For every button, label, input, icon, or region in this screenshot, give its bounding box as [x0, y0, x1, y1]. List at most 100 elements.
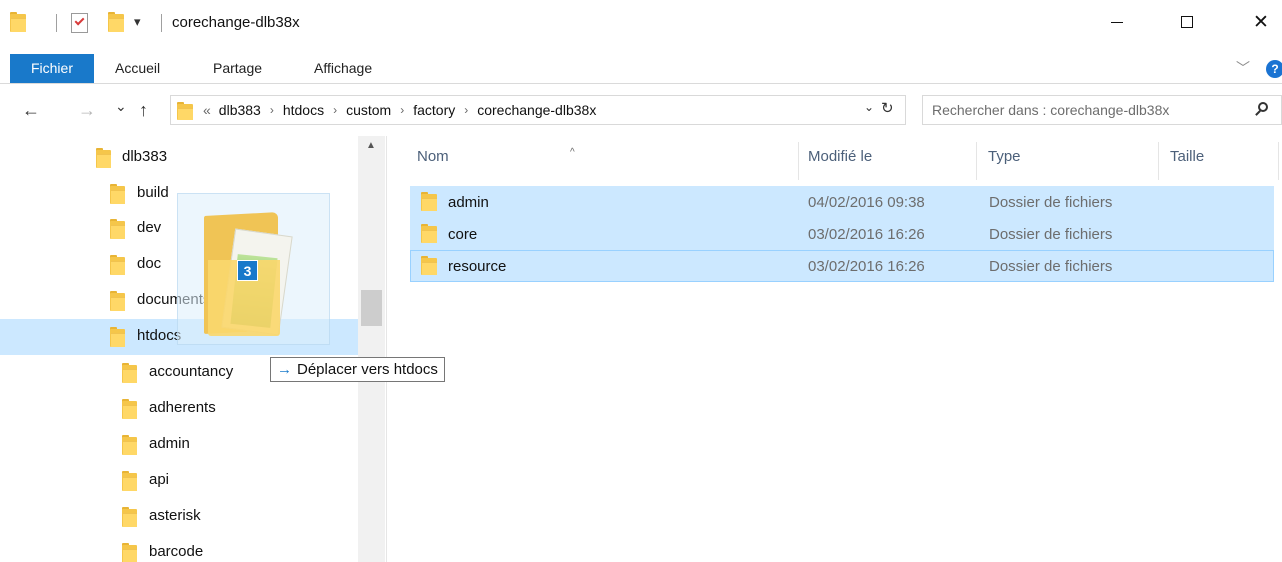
address-dropdown-icon[interactable]: ⌄ — [864, 100, 874, 114]
address-bar[interactable]: « dlb383 › htdocs › custom › factory › c… — [170, 95, 906, 125]
close-button[interactable]: ✕ — [1238, 0, 1282, 44]
breadcrumb-overflow-icon[interactable]: « — [203, 96, 211, 124]
tree-item-dlb383[interactable]: dlb383 — [0, 140, 358, 176]
folder-icon — [122, 507, 137, 527]
file-type: Dossier de fichiers — [989, 226, 1113, 243]
tab-affichage[interactable]: Affichage — [314, 54, 372, 83]
tree-item-label: dlb383 — [122, 148, 168, 165]
tree-item-asterisk[interactable]: asterisk — [0, 499, 358, 535]
folder-icon — [96, 148, 111, 168]
column-header-size[interactable]: Taille — [1170, 146, 1204, 176]
scrollbar-thumb[interactable] — [361, 290, 382, 326]
tab-accueil[interactable]: Accueil — [115, 54, 160, 83]
search-box — [922, 95, 1282, 125]
folder-icon — [110, 219, 125, 239]
sort-ascending-icon: ^ — [570, 147, 575, 158]
new-folder-icon[interactable] — [108, 12, 124, 32]
separator — [161, 14, 162, 32]
folder-icon — [177, 102, 193, 120]
folder-icon — [421, 224, 437, 243]
column-divider[interactable] — [976, 142, 977, 180]
folder-icon — [122, 435, 137, 455]
drop-tooltip: → Déplacer vers htdocs — [270, 357, 445, 382]
column-divider[interactable] — [1158, 142, 1159, 180]
file-type: Dossier de fichiers — [989, 258, 1113, 275]
tree-item-api[interactable]: api — [0, 463, 358, 499]
tab-partage[interactable]: Partage — [213, 54, 262, 83]
column-header-type[interactable]: Type — [988, 146, 1021, 176]
folder-icon — [122, 471, 137, 491]
tree-item-label: asterisk — [149, 507, 201, 524]
folder-icon — [110, 327, 125, 347]
up-arrow-icon[interactable]: ↑ — [139, 100, 148, 121]
file-list: Nom ^ Modifié le Type Taille admin 04/02… — [388, 136, 1282, 562]
chevron-right-icon[interactable]: › — [464, 96, 468, 124]
column-header-name[interactable]: Nom ^ — [417, 146, 575, 176]
tree-item-label: barcode — [149, 543, 204, 560]
close-icon: ✕ — [1253, 11, 1269, 33]
tree-item-label: dev — [137, 219, 162, 236]
file-name: admin — [448, 194, 489, 211]
tree-item-label: api — [149, 471, 170, 488]
folder-icon — [421, 192, 437, 211]
chevron-right-icon[interactable]: › — [270, 96, 274, 124]
breadcrumb-custom[interactable]: custom — [346, 96, 391, 124]
recent-locations-icon[interactable]: ⌄ — [115, 98, 127, 115]
help-icon[interactable]: ? — [1266, 60, 1282, 78]
column-header-label: Nom — [417, 148, 449, 165]
move-arrow-icon: → — [277, 361, 292, 378]
tree-item-label: admin — [149, 435, 190, 452]
column-header-modified[interactable]: Modifié le — [808, 146, 872, 176]
breadcrumb-corechange[interactable]: corechange-dlb38x — [477, 96, 596, 124]
file-type: Dossier de fichiers — [989, 194, 1113, 211]
table-row[interactable]: core 03/02/2016 16:26 Dossier de fichier… — [410, 218, 1274, 250]
properties-check-icon[interactable] — [71, 13, 88, 33]
table-row[interactable]: resource 03/02/2016 16:26 Dossier de fic… — [410, 250, 1274, 282]
folder-icon[interactable] — [10, 12, 26, 32]
maximize-button[interactable] — [1164, 0, 1210, 44]
title-bar: ▾ corechange-dlb38x ✕ — [0, 0, 1282, 54]
folder-icon — [110, 184, 125, 204]
tree-item-adherents[interactable]: adherents — [0, 391, 358, 427]
breadcrumb: « dlb383 › htdocs › custom › factory › c… — [203, 96, 596, 124]
forward-arrow-icon[interactable]: → — [78, 100, 96, 121]
file-name: core — [448, 226, 478, 243]
column-divider[interactable] — [1278, 142, 1279, 180]
minimize-icon — [1111, 21, 1123, 23]
separator — [56, 14, 57, 32]
drop-tooltip-text: Déplacer vers htdocs — [297, 361, 438, 378]
folder-icon — [110, 255, 125, 275]
chevron-right-icon[interactable]: › — [400, 96, 404, 124]
tree-item-label: accountancy — [149, 363, 234, 380]
search-input[interactable] — [923, 96, 1243, 124]
back-arrow-icon[interactable]: ← — [22, 100, 40, 121]
search-icon[interactable] — [1255, 102, 1269, 116]
customize-quick-access-icon[interactable]: ▾ — [134, 14, 141, 30]
refresh-icon[interactable]: ↻ — [881, 99, 894, 117]
drag-preview: 3 — [177, 193, 330, 345]
minimize-button[interactable] — [1094, 0, 1140, 44]
expand-ribbon-icon[interactable]: ﹀ — [1236, 58, 1250, 78]
chevron-right-icon[interactable]: › — [333, 96, 337, 124]
file-modified: 03/02/2016 16:26 — [808, 226, 925, 243]
drag-count-badge: 3 — [237, 260, 258, 281]
table-row[interactable]: admin 04/02/2016 09:38 Dossier de fichie… — [410, 186, 1274, 218]
breadcrumb-factory[interactable]: factory — [413, 96, 455, 124]
tree-item-label: adherents — [149, 399, 216, 416]
file-modified: 04/02/2016 09:38 — [808, 194, 925, 211]
tree-item-label: doc — [137, 255, 162, 272]
tab-fichier[interactable]: Fichier — [10, 54, 94, 83]
file-name: resource — [448, 258, 507, 275]
ribbon-tabs: Fichier Accueil Partage Affichage ﹀ ? — [0, 54, 1282, 84]
tree-scrollbar[interactable]: ▲ — [358, 136, 385, 562]
window-title: corechange-dlb38x — [172, 14, 300, 31]
tree-item-label: build — [137, 184, 169, 201]
column-divider[interactable] — [798, 142, 799, 180]
tree-item-admin[interactable]: admin — [0, 427, 358, 463]
scroll-up-icon[interactable]: ▲ — [366, 140, 376, 151]
navigation-bar: ← → ⌄ ↑ « dlb383 › htdocs › custom › fac… — [0, 84, 1282, 136]
breadcrumb-dlb383[interactable]: dlb383 — [219, 96, 261, 124]
tree-item-barcode[interactable]: barcode — [0, 535, 358, 562]
breadcrumb-htdocs[interactable]: htdocs — [283, 96, 324, 124]
folder-icon — [122, 543, 137, 562]
